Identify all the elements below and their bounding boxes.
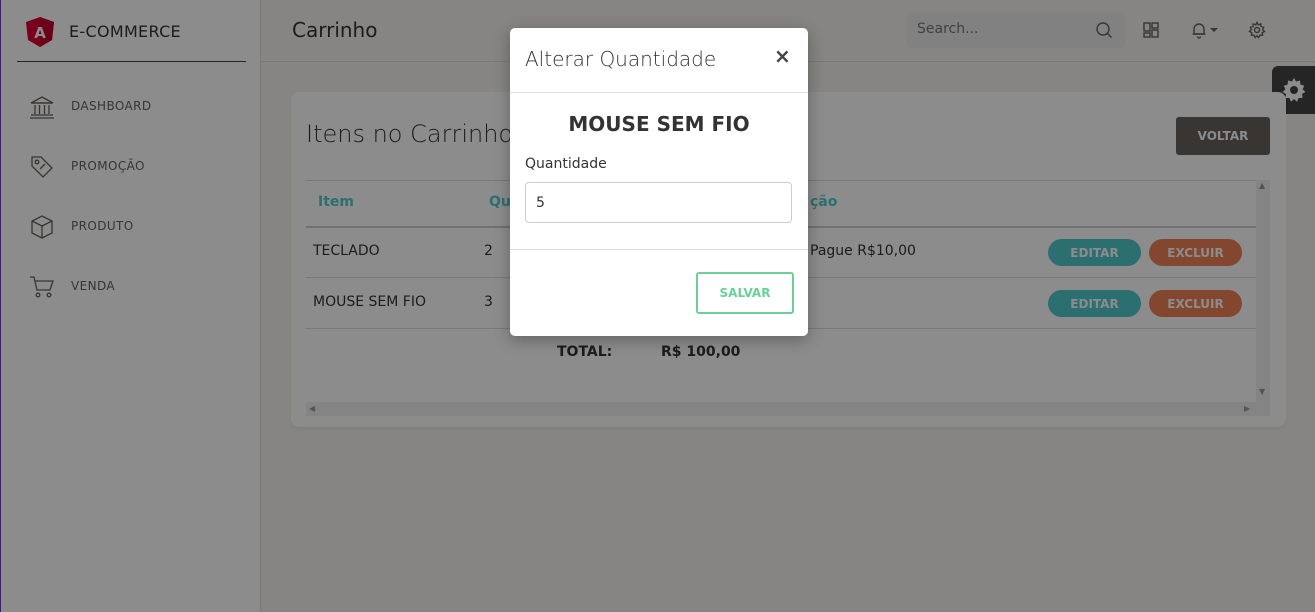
change-quantity-modal: Alterar Quantidade × MOUSE SEM FIO Quant… bbox=[510, 28, 808, 336]
save-button[interactable]: SALVAR bbox=[696, 272, 794, 314]
quantity-label: Quantidade bbox=[525, 156, 607, 172]
quantity-input[interactable] bbox=[525, 182, 792, 223]
close-icon[interactable]: × bbox=[774, 44, 791, 68]
modal-footer: SALVAR bbox=[510, 249, 808, 336]
modal-header: Alterar Quantidade × bbox=[510, 28, 808, 93]
product-name: MOUSE SEM FIO bbox=[568, 112, 750, 136]
modal-title: Alterar Quantidade bbox=[525, 47, 717, 71]
